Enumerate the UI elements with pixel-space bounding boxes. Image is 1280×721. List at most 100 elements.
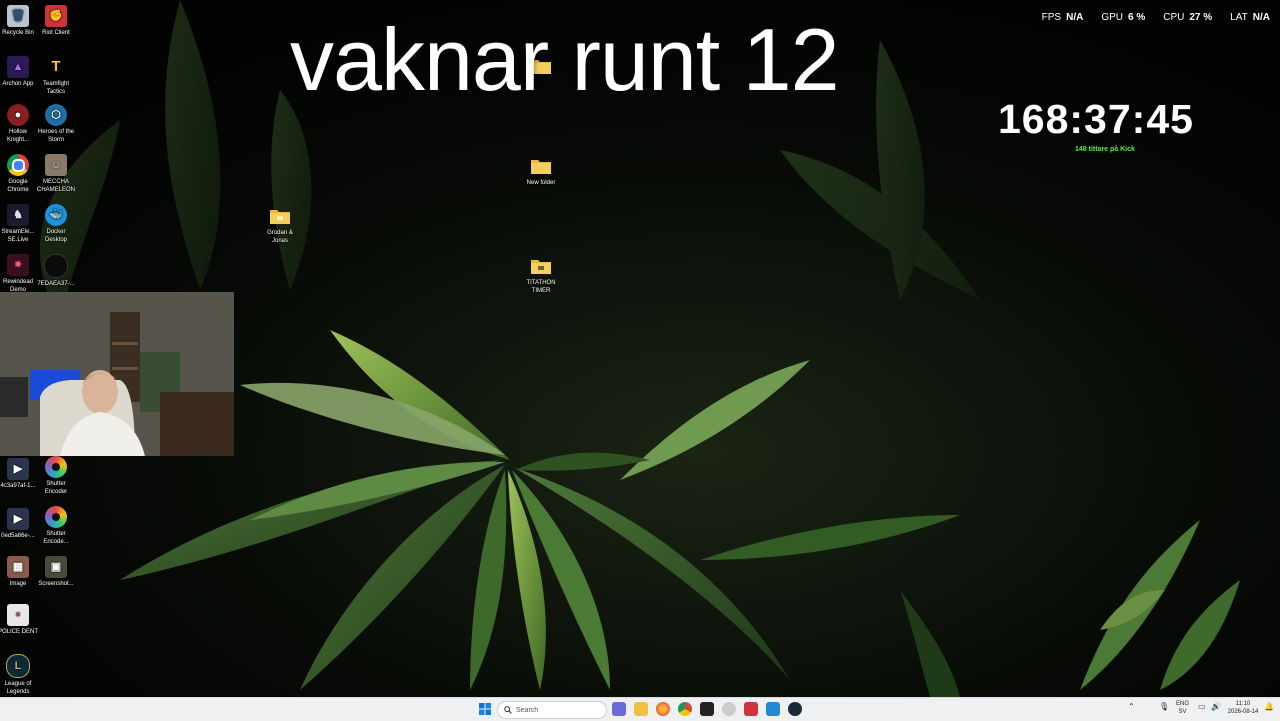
teamfight-tactics-icon: T [51, 58, 61, 75]
google-chrome-shortcut[interactable]: Google Chrome [0, 154, 38, 194]
viewer-count: 148 tittare på Kick [1075, 146, 1135, 153]
desktop-icon-label: MECCHA CHAMELEON [36, 179, 75, 193]
riot-client-shortcut[interactable]: ✊ Riot Client [36, 5, 76, 37]
desktop-icon-label: Image [9, 581, 27, 587]
desktop-icon-label: Heroes of the Storm [37, 129, 75, 143]
steam-taskbar-button[interactable] [788, 702, 802, 716]
desktop-icon-label: Hollow Knight... [6, 129, 29, 143]
folder-icon [530, 255, 552, 277]
meccha-chameleon-shortcut[interactable]: ☺ MECCHA CHAMELEON [36, 154, 76, 194]
search-icon [504, 706, 512, 714]
teamfight-tactics-shortcut[interactable]: T Teamfight Tactics [36, 56, 76, 96]
police-dent-shortcut[interactable]: ≡ POLICE DENT [0, 604, 38, 636]
file-explorer-taskbar-button[interactable] [634, 702, 648, 716]
titathon-timer-folder[interactable]: TITATHON TIMER [521, 255, 561, 295]
new-folder[interactable]: New folder [521, 155, 561, 187]
desktop-icon-label: Teamfight Tactics [42, 81, 69, 95]
archon-app-shortcut[interactable]: ▲ Archon App [0, 56, 38, 88]
file-4c3a-shortcut[interactable]: ▶ 4c3a97af-1... [0, 458, 38, 490]
image-file-icon: ▦ [7, 556, 29, 578]
folder-icon [530, 155, 552, 177]
language-code: ENG [1176, 701, 1190, 707]
video-file-icon: ▶ [7, 508, 29, 530]
desktop-icon-label: Shutter Encoder [44, 481, 68, 495]
taskbar: Search ⌃ ENG SV 🎙 ▭ 🔊 11:10 2026-08-14 🔔 [0, 697, 1280, 721]
desktop-icon-label: New folder [526, 180, 556, 186]
riot-taskbar-button[interactable] [744, 702, 758, 716]
image-shortcut[interactable]: ▦ Image [0, 556, 38, 588]
webcam-feed [0, 292, 234, 456]
desktop-icon-label: Grodan & Jonas [267, 230, 293, 244]
desktop-icon-label: Screenshot... [38, 581, 74, 587]
black-circle-file-icon [44, 254, 68, 278]
notification-bell-icon[interactable]: 🔔 [1264, 703, 1274, 711]
docker-icon: 🐳 [45, 204, 67, 226]
clock[interactable]: 11:10 2026-08-14 [1225, 700, 1261, 716]
desktop-icon-label: Shutter Encode... [43, 531, 69, 545]
clock-time: 11:10 [1235, 701, 1251, 707]
screenshot-file-icon: ▣ [45, 556, 67, 578]
shutter-encoder-icon [45, 456, 67, 478]
app-taskbar-button[interactable] [700, 702, 714, 716]
league-of-legends-shortcut[interactable]: L League of Legends [0, 654, 38, 696]
shutter-encoder-icon [45, 506, 67, 528]
archon-app-icon: ▲ [7, 56, 29, 78]
firefox-taskbar-button[interactable] [656, 702, 670, 716]
gpu-stat: GPU 6 % [1101, 12, 1146, 23]
desktop-icon-label: Archon App [2, 81, 34, 87]
network-icon[interactable]: ▭ [1198, 703, 1206, 711]
obs-taskbar-button[interactable] [722, 702, 736, 716]
windows-icon [479, 703, 491, 715]
desktop-icon-label: 4c3a97af-1... [0, 483, 36, 489]
vscode-taskbar-button[interactable] [766, 702, 780, 716]
desktop-icon-label: Google Chrome [7, 179, 29, 193]
taskbar-search[interactable]: Search [497, 701, 607, 719]
league-of-legends-icon: L [6, 654, 30, 678]
shutter-encode-shortcut[interactable]: Shutter Encode... [36, 506, 76, 546]
heroes-storm-icon: ⬡ [45, 104, 67, 126]
folder-icon [269, 205, 291, 227]
chrome-icon [7, 154, 29, 176]
desktop-icon-label: POLICE DENT [0, 629, 39, 635]
webcam-image [0, 292, 234, 456]
stream-title-overlay: vaknar runt 12 [290, 10, 840, 109]
recycle-bin-shortcut[interactable]: 🗑 Recycle Bin [0, 5, 38, 37]
heroes-storm-shortcut[interactable]: ⬡ Heroes of the Storm [36, 104, 76, 144]
docker-desktop-shortcut[interactable]: 🐳 Docker Desktop [36, 204, 76, 244]
start-button[interactable] [478, 702, 492, 716]
cpu-stat: CPU 27 % [1163, 12, 1213, 23]
rewindead-demo-shortcut[interactable]: ✷ Rewindead Demo [0, 254, 38, 294]
tray-overflow-chevron[interactable]: ⌃ [1128, 703, 1135, 711]
hollow-knight-shortcut[interactable]: ● Hollow Knight... [0, 104, 38, 144]
meccha-chameleon-icon: ☺ [45, 154, 67, 176]
latency-stat: LAT N/A [1230, 12, 1270, 23]
desktop-icon-label: TITATHON TIMER [526, 280, 556, 294]
desktop-icon-label: 0ed5a66e-... [1, 533, 35, 539]
desktop-icon-label: League of Legends [4, 681, 32, 695]
fps-stat: FPS N/A [1041, 12, 1084, 23]
rewindead-icon: ✷ [7, 254, 29, 276]
volume-icon[interactable]: 🔊 [1211, 703, 1221, 711]
document-file-icon: ≡ [7, 604, 29, 626]
chrome-taskbar-button[interactable] [678, 702, 692, 716]
hollow-knight-icon: ● [7, 104, 29, 126]
search-placeholder: Search [516, 706, 539, 714]
streamelements-icon: ♞ [7, 204, 29, 226]
shutter-encoder-shortcut[interactable]: Shutter Encoder [36, 456, 76, 496]
video-file-icon: ▶ [7, 458, 29, 480]
grodan-jonas-folder[interactable]: Grodan & Jonas [260, 205, 300, 245]
file-0ed5-shortcut[interactable]: ▶ 0ed5a66e-... [0, 508, 38, 540]
teams-taskbar-button[interactable] [612, 702, 626, 716]
file-7edaea-shortcut[interactable]: 7EDAEA37-... [36, 254, 76, 288]
microphone-icon[interactable]: 🎙 [1159, 703, 1169, 711]
recycle-bin-icon: 🗑 [7, 5, 29, 27]
screenshot-shortcut[interactable]: ▣ Screenshot... [36, 556, 76, 588]
clock-date: 2026-08-14 [1227, 709, 1259, 715]
streamelements-shortcut[interactable]: ♞ StreamEle... SE.Live [0, 204, 38, 244]
desktop-icon-label: Recycle Bin [2, 30, 34, 36]
desktop-icon-label: StreamEle... SE.Live [1, 229, 35, 243]
language-indicator[interactable]: ENG SV [1176, 700, 1189, 716]
desktop-icon-label: Docker Desktop [44, 229, 67, 243]
subathon-timer: 168:37:45 [998, 96, 1194, 142]
desktop-icon-label: 7EDAEA37-... [37, 281, 75, 287]
